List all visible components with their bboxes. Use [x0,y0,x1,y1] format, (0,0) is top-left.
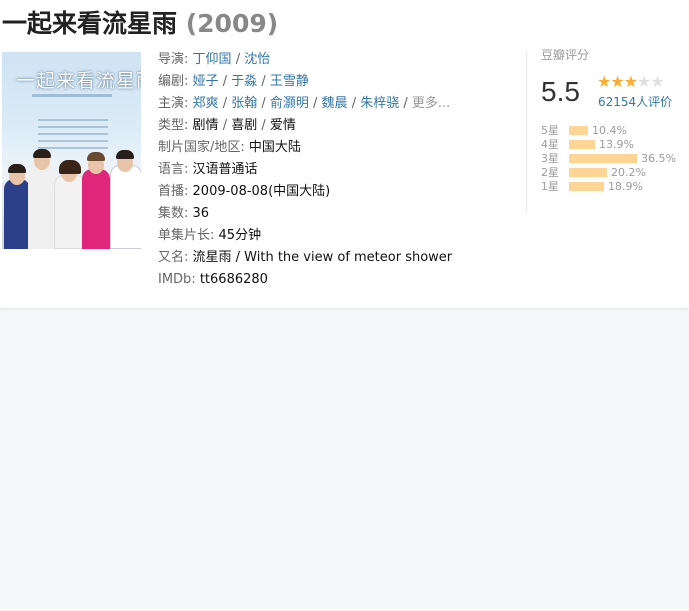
star-rating: ★★★★★ [597,72,665,91]
star-filled-icon: ★ [597,72,611,91]
rating-distribution-row: 1星 18.9% [541,180,686,194]
rating-distribution: 5星 10.4% 4星 13.9% 3星 36.5% 2星 20.2% 1星 18.9% [541,124,686,194]
rating-bar [569,168,607,177]
cast-link[interactable]: 郑爽 [193,96,219,111]
rating-distribution-row: 5星 10.4% [541,124,686,138]
rating-bar [569,140,595,149]
genre-row: 类型: 剧情 / 喜剧 / 爱情 [158,118,296,133]
more-cast-link[interactable]: 更多... [412,96,450,111]
country-value: 中国大陆 [248,140,301,155]
section-divider [526,50,527,212]
title-name: 一起来看流星雨 [2,9,178,38]
page-title: 一起来看流星雨 (2009) [2,4,278,40]
aka-row: 又名: 流星雨 / With the view of meteor shower [158,250,453,265]
cast-link[interactable]: 张翰 [231,96,257,111]
poster-title: 一起来看流星雨 [16,70,141,92]
language-value: 汉语普通话 [192,162,258,177]
star-filled-icon: ★ [610,72,624,91]
star-empty-icon: ★ [637,72,651,91]
subject-card: 一起来看流星雨 (2009) 一起来看流星雨 导演: 丁仰国 / 沈怡 [0,0,689,308]
rating-bar [569,182,604,191]
title-year: (2009) [185,9,279,38]
writer-link[interactable]: 娅子 [193,74,219,89]
director-row: 导演: 丁仰国 / 沈怡 [158,52,271,67]
country-row: 制片国家/地区: 中国大陆 [158,140,301,155]
cast-row: 主演: 郑爽 / 张翰 / 俞灏明 / 魏晨 / 朱梓骁 / 更多... [158,96,451,111]
premiere-row: 首播: 2009-08-08(中国大陆) [158,184,331,199]
rating-title: 豆瓣评分 [541,48,590,62]
rating-distribution-row: 3星 36.5% [541,152,686,166]
rating-percent: 18.9% [608,180,643,193]
episodes-row: 集数: 36 [158,206,210,221]
rating-bar [569,154,637,163]
imdb-value: tt6686280 [199,272,268,287]
runtime-row: 单集片长: 45分钟 [158,228,262,243]
rating-panel: 豆瓣评分 5.5 ★★★★★ 62154人评价 5星 10.4% 4星 13.9% 3星… [541,46,686,193]
rating-distribution-row: 4星 13.9% [541,138,686,152]
rating-percent: 36.5% [641,152,676,165]
writer-link[interactable]: 王雪静 [270,74,309,89]
language-row: 语言: 汉语普通话 [158,162,258,177]
rating-distribution-row: 2星 20.2% [541,166,686,180]
votes-link[interactable]: 62154人评价 [598,93,672,110]
star-level-label: 5星 [541,124,559,137]
rating-percent: 13.9% [599,138,634,151]
info-panel: 导演: 丁仰国 / 沈怡 编剧: 娅子 / 于淼 / 王雪静 主演: 郑爽 / … [158,49,518,291]
writer-row: 编剧: 娅子 / 于淼 / 王雪静 [158,74,309,89]
rating-bar [569,126,588,135]
genre-value: 爱情 [269,118,296,133]
star-empty-icon: ★ [650,72,664,91]
star-level-label: 2星 [541,166,559,179]
imdb-row: IMDb: tt6686280 [158,272,268,287]
writer-link[interactable]: 于淼 [231,74,257,89]
cast-link[interactable]: 朱梓骁 [360,96,399,111]
director-link[interactable]: 丁仰国 [193,52,232,67]
cast-link[interactable]: 魏晨 [322,96,348,111]
genre-value: 喜剧 [231,118,258,133]
cast-link[interactable]: 俞灏明 [270,96,309,111]
premiere-value: 2009-08-08(中国大陆) [192,184,331,199]
rating-score: 5.5 [541,76,580,107]
rating-percent: 10.4% [592,124,627,137]
star-level-label: 1星 [541,180,559,193]
poster-image[interactable]: 一起来看流星雨 [2,52,141,249]
rating-percent: 20.2% [611,166,646,179]
star-filled-icon: ★ [623,72,638,91]
runtime-value: 45分钟 [218,228,262,243]
genre-value: 剧情 [192,118,219,133]
star-level-label: 3星 [541,152,559,165]
star-level-label: 4星 [541,138,559,151]
episodes-value: 36 [192,206,210,221]
director-link[interactable]: 沈怡 [244,52,270,67]
aka-value: 流星雨 / With the view of meteor shower [192,250,453,265]
